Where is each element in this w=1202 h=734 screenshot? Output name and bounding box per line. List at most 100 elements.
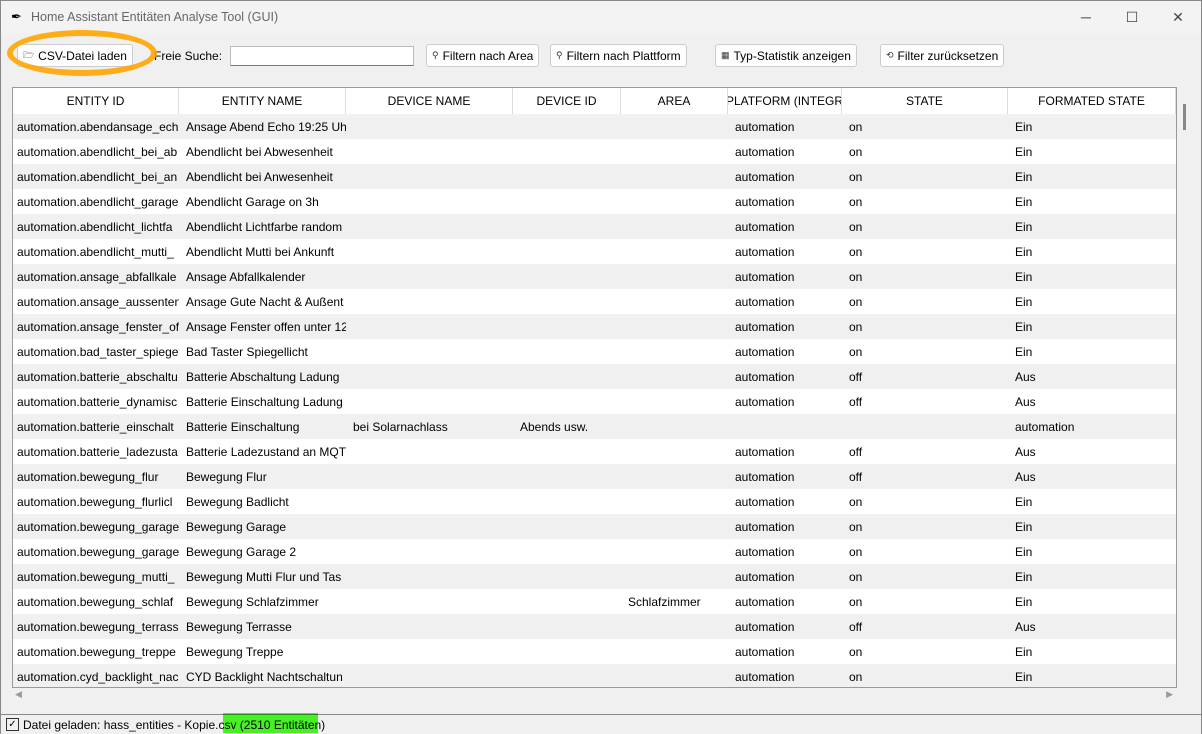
table-cell: Ein [1015, 569, 1033, 584]
table-cell: Abendlicht Mutti bei Ankunft [186, 244, 335, 259]
scroll-right-arrow-icon[interactable]: ▶ [1166, 689, 1173, 700]
table-row[interactable]: automation.abendansage_echo Ansage Abend … [13, 114, 1176, 139]
horizontal-scrollbar[interactable]: ◀ ▶ [13, 689, 1175, 701]
table-cell: Bewegung Badlicht [186, 494, 289, 509]
table-row[interactable]: automation.abendlicht_garage Abendlicht G… [13, 189, 1176, 214]
table-cell: automation.batterie_dynamisc [17, 394, 178, 409]
table-cell: Ansage Gute Nacht & Außent [186, 294, 344, 309]
table-cell: Ein [1015, 119, 1033, 134]
table-row[interactable]: automation.batterie_abschaltu Batterie Ab… [13, 364, 1176, 389]
table-cell: automation.bewegung_terrass [17, 619, 179, 634]
table-row[interactable]: automation.ansage_fenster_of Ansage Fenst… [13, 314, 1176, 339]
table-row[interactable]: automation.batterie_dynamisc Batterie Ein… [13, 389, 1176, 414]
close-button[interactable]: ✕ [1155, 1, 1201, 33]
table-cell: automation.cyd_backlight_nac [17, 669, 179, 684]
table-cell: on [849, 669, 863, 684]
table-cell: automation.batterie_abschaltu [17, 369, 178, 384]
filter-area-button[interactable]: ⚲ Filtern nach Area [426, 44, 540, 67]
table-cell: on [849, 269, 863, 284]
table-row[interactable]: automation.batterie_ladezusta Batterie La… [13, 439, 1176, 464]
vertical-scrollbar[interactable] [1183, 104, 1186, 130]
table-cell: Ein [1015, 169, 1033, 184]
table-cell: automation [735, 469, 795, 484]
table-cell: Aus [1015, 369, 1036, 384]
table-cell: Batterie Abschaltung Ladung [186, 369, 340, 384]
table-cell: on [849, 319, 863, 334]
table-cell: Bewegung Garage 2 [186, 544, 297, 559]
filter-area-label: Filtern nach Area [442, 48, 534, 63]
scroll-left-arrow-icon[interactable]: ◀ [15, 689, 22, 700]
table-cell: Ein [1015, 544, 1033, 559]
table-cell: Aus [1015, 444, 1036, 459]
column-header[interactable]: FORMATED STATE [1008, 88, 1176, 114]
table-cell: Ein [1015, 494, 1033, 509]
table-row[interactable]: automation.ansage_abfallkale Ansage Abfal… [13, 264, 1176, 289]
table-row[interactable]: automation.bewegung_schlaf Bewegung Schla… [13, 589, 1176, 614]
table-cell: automation.bewegung_flur [17, 469, 159, 484]
table-header: ENTITY ID ENTITY NAME DEVICE NAME DEVICE ID… [13, 88, 1176, 114]
table-cell: off [849, 619, 863, 634]
table-cell: Ein [1015, 594, 1033, 609]
table-row[interactable]: automation.bewegung_garage Bewegung Garag… [13, 539, 1176, 564]
table-cell: on [849, 344, 863, 359]
table-cell: automation [735, 194, 795, 209]
app-window: ✒ Home Assistant Entitäten Analyse Tool … [0, 0, 1202, 734]
table-row[interactable]: automation.bewegung_flur Bewegung Flur aut… [13, 464, 1176, 489]
column-header[interactable]: AREA [621, 88, 728, 114]
table-cell: automation [735, 519, 795, 534]
table-cell: on [849, 569, 863, 584]
reset-filter-button[interactable]: ⟲ Filter zurücksetzen [880, 44, 1005, 67]
search-input[interactable] [230, 46, 414, 66]
table-cell: on [849, 494, 863, 509]
table-cell: automation.batterie_einschalt [17, 419, 174, 434]
column-header[interactable]: STATE [842, 88, 1008, 114]
table-cell: Bewegung Garage [186, 519, 287, 534]
annotation-highlight [223, 713, 318, 733]
table-row[interactable]: automation.abendlicht_lichtfa Abendlicht … [13, 214, 1176, 239]
window-title: Home Assistant Entitäten Analyse Tool (G… [31, 10, 279, 24]
table-cell: automation [735, 219, 795, 234]
status-bar: ✓ Datei geladen: hass_entities - Kopie.c… [1, 714, 1201, 734]
table-cell: Bewegung Mutti Flur und Tas [186, 569, 342, 584]
table-cell: automation [735, 544, 795, 559]
checkbox-icon: ✓ [6, 718, 19, 731]
table-cell: Bewegung Treppe [186, 644, 284, 659]
table-cell: Bewegung Schlafzimmer [186, 594, 319, 609]
table-row[interactable]: automation.abendlicht_bei_an Abendlicht b… [13, 164, 1176, 189]
type-stats-button[interactable]: ▦ Typ-Statistik anzeigen [715, 44, 857, 67]
table-cell: Bewegung Flur [186, 469, 267, 484]
table-row[interactable]: automation.abendlicht_mutti_ Abendlicht M… [13, 239, 1176, 264]
table-cell: automation.abendansage_echo [17, 119, 179, 134]
table-row[interactable]: automation.bewegung_flurlicl Bewegung Bad… [13, 489, 1176, 514]
table-cell: Ein [1015, 669, 1033, 684]
table-cell: automation.bewegung_mutti_ [17, 569, 175, 584]
column-header[interactable]: PLATFORM (INTEGR [728, 88, 842, 114]
table-row[interactable]: automation.cyd_backlight_nac CYD Backligh… [13, 664, 1176, 687]
table-row[interactable]: automation.bewegung_treppe Bewegung Trepp… [13, 639, 1176, 664]
table-cell: automation [735, 319, 795, 334]
table-cell: Aus [1015, 469, 1036, 484]
reset-filter-label: Filter zurücksetzen [897, 48, 999, 63]
table-cell: automation [735, 569, 795, 584]
table-cell: Abendlicht bei Abwesenheit [186, 144, 333, 159]
table-row[interactable]: automation.bad_taster_spiege Bad Taster S… [13, 339, 1176, 364]
minimize-button[interactable]: ─ [1063, 1, 1109, 33]
table-row[interactable]: automation.bewegung_mutti_ Bewegung Mutti… [13, 564, 1176, 589]
maximize-button[interactable]: ☐ [1109, 1, 1155, 33]
table-cell: Abendlicht Lichtfarbe random [186, 219, 343, 234]
table-row[interactable]: automation.bewegung_garage Bewegung Garag… [13, 514, 1176, 539]
plug-icon: ⚲ [556, 50, 563, 60]
table-cell: Bewegung Terrasse [186, 619, 292, 634]
table-row[interactable]: automation.ansage_aussenten Ansage Gute N… [13, 289, 1176, 314]
column-header[interactable]: ENTITY NAME [179, 88, 346, 114]
table-row[interactable]: automation.abendlicht_bei_ab Abendlicht b… [13, 139, 1176, 164]
feather-app-icon: ✒ [11, 9, 22, 24]
column-header[interactable]: DEVICE NAME [346, 88, 513, 114]
column-header[interactable]: DEVICE ID [513, 88, 621, 114]
filter-platform-button[interactable]: ⚲ Filtern nach Plattform [550, 44, 687, 67]
table-row[interactable]: automation.bewegung_terrass Bewegung Terr… [13, 614, 1176, 639]
column-header[interactable]: ENTITY ID [13, 88, 179, 114]
table-cell: automation [735, 269, 795, 284]
table-row[interactable]: automation.batterie_einschalt Batterie Ei… [13, 414, 1176, 439]
table-cell: Bad Taster Spiegellicht [186, 344, 308, 359]
